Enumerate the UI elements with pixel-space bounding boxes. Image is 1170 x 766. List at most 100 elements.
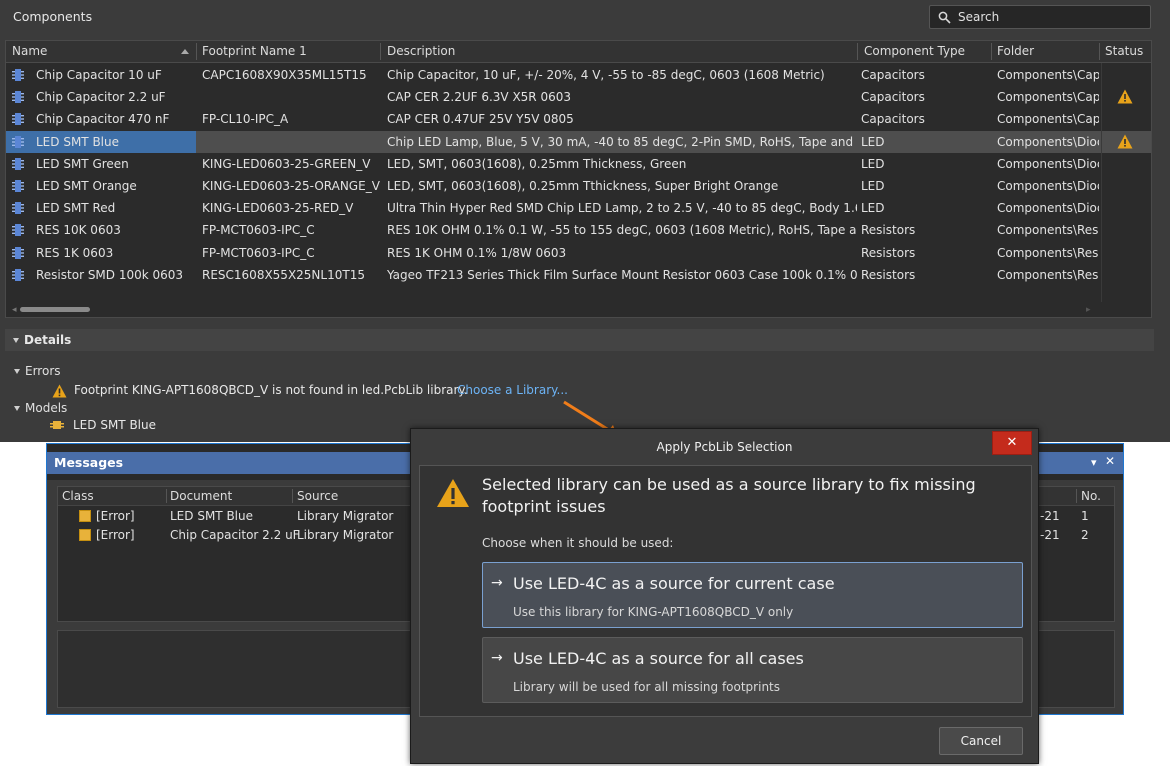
message-source: Library Migrator xyxy=(297,528,394,542)
table-row[interactable]: LED SMT Red KING-LED0603-25-RED_V Ultra Th… xyxy=(6,197,1151,219)
message-class: [Error] xyxy=(96,528,135,542)
option-all-cases-button[interactable]: → Use LED-4C as a source for all cases L… xyxy=(482,637,1023,703)
message-source: Library Migrator xyxy=(297,509,394,523)
component-icon xyxy=(12,180,24,192)
search-input[interactable]: Search xyxy=(929,5,1151,29)
close-button[interactable]: ✕ xyxy=(992,431,1032,455)
component-folder: Components\Dioc xyxy=(997,134,1099,149)
message-date: -21 xyxy=(1040,509,1060,523)
component-icon xyxy=(12,268,24,281)
component-folder: Components\Cap xyxy=(997,90,1099,105)
component-type: LED xyxy=(861,201,885,216)
messages-title: Messages xyxy=(54,455,124,470)
component-folder: Components\Dioc xyxy=(997,201,1099,216)
choose-library-link[interactable]: Choose a Library... xyxy=(457,383,568,397)
table-row[interactable]: Chip Capacitor 2.2 uF CAP CER 2.2UF 6.3V … xyxy=(6,86,1151,108)
table-row[interactable]: Chip Capacitor 10 uF CAPC1608X90X35ML15T1… xyxy=(6,64,1151,86)
footprint-name: KING-LED0603-25-GREEN_V xyxy=(202,156,371,171)
table-row[interactable]: RES 1K 0603 FP-MCT0603-IPC_C RES 1K OHM 0.… xyxy=(6,242,1151,264)
error-message: Footprint KING-APT1608QBCD_V is not foun… xyxy=(74,383,468,397)
component-description: RES 1K OHM 0.1% 1/8W 0603 xyxy=(387,245,567,260)
warning-icon xyxy=(437,479,469,507)
component-description: LED, SMT, 0603(1608), 0.25mm Tthickness,… xyxy=(387,179,779,193)
column-header-source[interactable]: Source xyxy=(297,489,338,503)
component-description: RES 10K OHM 0.1% 0.1 W, -55 to 155 degC,… xyxy=(387,223,857,238)
collapse-icon xyxy=(14,369,20,374)
column-header-folder[interactable]: Folder xyxy=(997,44,1034,58)
column-header-footprint[interactable]: Footprint Name 1 xyxy=(202,44,307,58)
column-header-description[interactable]: Description xyxy=(387,44,455,58)
close-icon[interactable]: ✕ xyxy=(1105,454,1115,468)
component-description: LED, SMT, 0603(1608), 0.25mm Thickness, … xyxy=(387,156,687,171)
column-header-type[interactable]: Component Type xyxy=(864,44,965,58)
column-header-status[interactable]: Status xyxy=(1105,44,1143,58)
component-folder: Components\Cap xyxy=(997,112,1099,127)
component-folder: Components\Dioc xyxy=(997,179,1099,193)
message-number: 1 xyxy=(1081,509,1089,523)
footprint-name: FP-CL10-IPC_A xyxy=(202,112,289,127)
table-row[interactable]: RES 10K 0603 FP-MCT0603-IPC_C RES 10K OHM … xyxy=(6,219,1151,241)
message-date: -21 xyxy=(1040,528,1060,542)
component-name: LED SMT Red xyxy=(36,201,116,216)
errors-group[interactable]: Errors xyxy=(14,364,61,378)
footprint-name: FP-MCT0603-IPC_C xyxy=(202,223,315,238)
details-section-header[interactable]: Details xyxy=(5,329,1154,351)
option-title: Use LED-4C as a source for current case xyxy=(513,574,835,593)
column-header-no[interactable]: No. xyxy=(1081,489,1101,503)
components-panel: Components Search Name Footprint Name 1 … xyxy=(0,0,1170,442)
panel-menu-icon[interactable]: ▾ xyxy=(1091,456,1097,469)
column-header-class[interactable]: Class xyxy=(62,489,94,503)
table-row[interactable]: LED SMT Orange KING-LED0603-25-ORANGE_V LE… xyxy=(6,175,1151,197)
table-row[interactable]: LED SMT Blue Chip LED Lamp, Blue, 5 V, 30… xyxy=(6,130,1151,153)
message-document: Chip Capacitor 2.2 uF xyxy=(170,528,300,542)
dialog-titlebar: Apply PcbLib Selection ✕ xyxy=(411,429,1038,463)
component-folder: Components\Dioc xyxy=(997,156,1099,171)
table-row[interactable]: LED SMT Green KING-LED0603-25-GREEN_V LED,… xyxy=(6,153,1151,175)
horizontal-scrollbar[interactable]: ◂ ▸ xyxy=(6,302,1151,317)
component-description: Yageo TF213 Series Thick Film Surface Mo… xyxy=(387,267,857,282)
component-name: RES 10K 0603 xyxy=(36,223,121,238)
scroll-right-icon[interactable]: ▸ xyxy=(1086,305,1091,315)
component-type: Resistors xyxy=(861,223,916,238)
component-type: Capacitors xyxy=(861,112,925,127)
component-name: LED SMT Blue xyxy=(36,134,119,149)
component-type: Resistors xyxy=(861,245,916,260)
cancel-button[interactable]: Cancel xyxy=(939,727,1023,755)
option-description: Library will be used for all missing foo… xyxy=(513,680,780,694)
search-icon xyxy=(938,11,951,24)
table-row[interactable]: Resistor SMD 100k 0603 RESC1608X55X25NL10… xyxy=(6,264,1151,286)
footprint-name: RESC1608X55X25NL10T15 xyxy=(202,267,365,282)
component-folder: Components\Resi xyxy=(997,245,1099,260)
footprint-name: FP-MCT0603-IPC_C xyxy=(202,245,315,260)
message-number: 2 xyxy=(1081,528,1089,542)
component-icon xyxy=(12,135,24,148)
component-name: RES 1K 0603 xyxy=(36,245,114,260)
warning-icon xyxy=(52,384,67,398)
dialog-subheading: Choose when it should be used: xyxy=(482,536,674,550)
component-icon xyxy=(12,202,24,215)
component-type: Capacitors xyxy=(861,90,925,105)
table-row[interactable]: Chip Capacitor 470 nF FP-CL10-IPC_A CAP CE… xyxy=(6,108,1151,130)
warning-icon xyxy=(1117,134,1133,149)
column-divider xyxy=(1101,63,1102,317)
dialog-heading: Selected library can be used as a source… xyxy=(482,475,976,516)
component-name: Resistor SMD 100k 0603 xyxy=(36,267,184,282)
component-name: Chip Capacitor 10 uF xyxy=(36,68,162,82)
component-icon xyxy=(12,246,24,259)
component-folder: Components\Resi xyxy=(997,267,1099,282)
option-current-case-button[interactable]: → Use LED-4C as a source for current cas… xyxy=(482,562,1023,628)
arrow-right-icon: → xyxy=(491,575,503,591)
models-group[interactable]: Models xyxy=(14,401,67,415)
component-icon xyxy=(12,157,24,170)
column-header-document[interactable]: Document xyxy=(170,489,232,503)
component-icon xyxy=(12,69,24,81)
apply-pcblib-dialog: Apply PcbLib Selection ✕ Selected librar… xyxy=(410,428,1039,764)
column-header-name[interactable]: Name xyxy=(12,44,47,58)
scroll-left-icon[interactable]: ◂ xyxy=(12,305,17,315)
model-name[interactable]: LED SMT Blue xyxy=(73,418,156,432)
sort-ascending-icon xyxy=(181,49,189,54)
component-icon xyxy=(12,224,24,237)
component-description: CAP CER 2.2UF 6.3V X5R 0603 xyxy=(387,90,571,105)
scrollbar-thumb[interactable] xyxy=(20,307,90,312)
error-icon xyxy=(79,510,91,522)
